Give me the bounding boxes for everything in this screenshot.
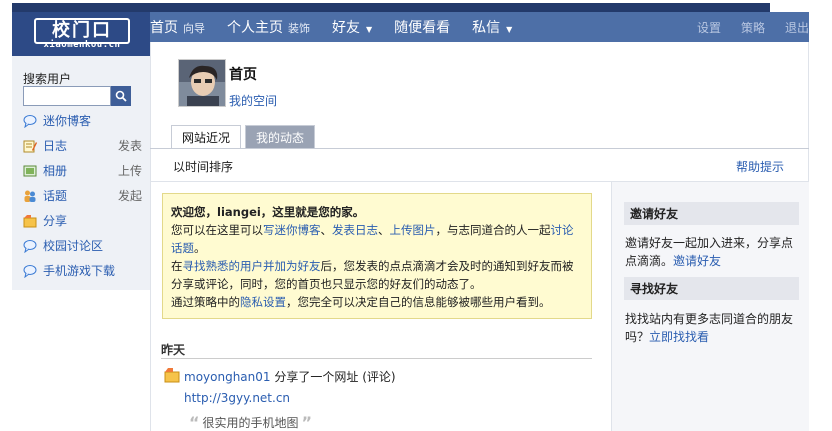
share-icon	[164, 367, 180, 383]
search-button[interactable]	[111, 86, 131, 106]
user-photo	[179, 60, 225, 106]
my-space-link[interactable]: 我的空间	[229, 92, 277, 109]
nav-guide-link[interactable]: 向导	[183, 20, 205, 36]
nav-friends[interactable]: 好友 ▼	[332, 17, 372, 37]
user-search-input[interactable]	[23, 86, 111, 106]
settings-link[interactable]: 设置	[697, 19, 721, 36]
find-friends-heading: 寻找好友	[624, 277, 799, 300]
invite-friends-text: 邀请好友一起加入进来，分享点点滴滴。邀请好友	[625, 234, 803, 270]
invite-friends-link[interactable]: 邀请好友	[673, 254, 721, 268]
sidebar-item-label[interactable]: 话题	[43, 187, 67, 204]
logo-main-text: 校门口	[52, 20, 112, 41]
sidebar-item-label[interactable]: 日志	[43, 137, 67, 154]
share-icon	[22, 213, 38, 229]
sidebar-item-label[interactable]: 手机游戏下载	[43, 262, 115, 279]
nav-browse-label[interactable]: 随便看看	[394, 17, 450, 37]
sidebar-item-share[interactable]: 分享	[22, 208, 146, 233]
close-quote-icon: ”	[301, 413, 313, 431]
find-friends-text: 找找站内有更多志同道合的朋友吗？立即找找看	[625, 310, 803, 346]
sidebar: 搜索用户 迷你博客 日志 发表 相册 上传 话题 发起 分享 校园讨论区 手机游…	[12, 56, 150, 290]
nav-home[interactable]: 首页 向导	[150, 17, 205, 37]
welcome-text: 。	[194, 241, 206, 255]
welcome-paragraph-3: 通过策略中的隐私设置，您完全可以决定自己的信息能够被哪些用户看到。	[171, 293, 583, 311]
topic-start-action[interactable]: 发起	[118, 187, 142, 204]
sidebar-item-topic[interactable]: 话题 发起	[22, 183, 146, 208]
blog-post-action[interactable]: 发表	[118, 137, 142, 154]
nav-right-links: 设置 策略 退出	[677, 12, 809, 42]
tab-divider	[150, 148, 809, 149]
sidebar-item-forum[interactable]: 校园讨论区	[22, 233, 146, 258]
find-now-link[interactable]: 立即找找看	[649, 330, 709, 344]
caret-down-icon[interactable]: ▼	[366, 25, 372, 34]
sidebar-item-label[interactable]: 迷你博客	[43, 112, 91, 129]
welcome-text: 、	[320, 223, 333, 237]
avatar[interactable]	[178, 59, 226, 107]
shared-url-link[interactable]: http://3gyy.net.cn	[184, 391, 290, 405]
forum-icon	[22, 238, 38, 254]
welcome-text: 通过策略中的	[171, 295, 240, 309]
upload-photo-link[interactable]: 上传图片	[390, 223, 436, 237]
tab-site-news[interactable]: 网站近况	[171, 125, 242, 149]
write-mini-blog-link[interactable]: 写迷你博客	[263, 223, 321, 237]
welcome-paragraph-2: 在寻找熟悉的用户并加为好友后，您发表的点点滴滴才会及时的通知到好友而被分享或评论…	[171, 257, 583, 293]
feed-quote-text: 很实用的手机地图	[202, 416, 299, 430]
nav-profile[interactable]: 个人主页 装饰	[227, 17, 310, 37]
nav-messages[interactable]: 私信 ▼	[472, 17, 512, 37]
sidebar-item-mobile-games[interactable]: 手机游戏下载	[22, 258, 146, 283]
welcome-paragraph-1: 您可以在这里可以写迷你博客、发表日志、上传图片，与志同道合的人一起讨论话题。	[171, 221, 583, 257]
feed-divider	[161, 358, 592, 359]
sidebar-item-label[interactable]: 分享	[43, 212, 67, 229]
policy-link[interactable]: 策略	[741, 19, 765, 36]
logo-domain: xiaomenkou.cn	[43, 40, 121, 50]
welcome-heading: 欢迎您，liangei，这里就是您的家。	[171, 205, 365, 219]
sidebar-app-list: 迷你博客 日志 发表 相册 上传 话题 发起 分享 校园讨论区 手机游戏下载	[22, 108, 146, 283]
nav-decorate-link[interactable]: 装饰	[288, 20, 310, 36]
welcome-text: 在	[171, 259, 183, 273]
topic-icon	[22, 188, 38, 204]
feed-action-text: 分享了一个网址	[274, 370, 359, 384]
open-quote-icon: “	[189, 413, 200, 431]
welcome-text: ，您完全可以决定自己的信息能够被哪些用户看到。	[286, 295, 551, 309]
privacy-settings-link[interactable]: 隐私设置	[240, 295, 286, 309]
help-tips-link[interactable]: 帮助提示	[736, 158, 784, 175]
sidebar-item-label[interactable]: 相册	[43, 162, 67, 179]
tab-my-activity[interactable]: 我的动态	[245, 125, 316, 148]
welcome-text: ，与志同道合的人一起	[435, 223, 551, 237]
mobile-game-icon	[22, 263, 38, 279]
invite-friends-heading: 邀请好友	[624, 202, 799, 225]
nav-home-label[interactable]: 首页	[150, 17, 178, 37]
feed-item: moyonghan01 分享了一个网址 (评论)	[184, 368, 396, 385]
nav-profile-label[interactable]: 个人主页	[227, 17, 283, 37]
search-label: 搜索用户	[23, 72, 72, 86]
feed-quote: “ 很实用的手机地图 ”	[186, 413, 315, 431]
sidebar-item-label[interactable]: 校园讨论区	[43, 237, 103, 254]
album-upload-action[interactable]: 上传	[118, 162, 142, 179]
feed-user-link[interactable]: moyonghan01	[184, 370, 271, 384]
feed-comment-link[interactable]: (评论)	[362, 370, 395, 384]
main-nav: 首页 向导 个人主页 装饰 好友 ▼ 随便看看 私信 ▼	[150, 12, 534, 42]
nav-friends-label[interactable]: 好友	[332, 17, 360, 37]
logout-link[interactable]: 退出	[785, 19, 809, 36]
post-blog-link[interactable]: 发表日志	[332, 223, 378, 237]
sidebar-item-album[interactable]: 相册 上传	[22, 158, 146, 183]
page-title: 首页	[229, 67, 257, 83]
sidebar-item-mini-blog[interactable]: 迷你博客	[22, 108, 146, 133]
welcome-notice: 欢迎您，liangei，这里就是您的家。 您可以在这里可以写迷你博客、发表日志、…	[162, 193, 592, 319]
sidebar-item-blog[interactable]: 日志 发表	[22, 133, 146, 158]
feed-day-heading: 昨天	[161, 343, 186, 357]
caret-down-icon[interactable]: ▼	[506, 25, 512, 34]
welcome-text: 您可以在这里可以	[171, 223, 263, 237]
blog-icon	[22, 138, 38, 154]
site-logo[interactable]: 校门口 xiaomenkou.cn	[12, 12, 150, 56]
nav-browse[interactable]: 随便看看	[394, 17, 450, 37]
mini-blog-icon	[22, 113, 38, 129]
search-icon	[115, 90, 127, 102]
welcome-text: 、	[378, 223, 390, 237]
nav-messages-label[interactable]: 私信	[472, 17, 500, 37]
sort-by-time[interactable]: 以时间排序	[173, 158, 233, 175]
find-friends-link[interactable]: 寻找熟悉的用户并加为好友	[183, 259, 321, 273]
album-icon	[22, 163, 38, 179]
tab-bar: 网站近况 我的动态	[171, 125, 319, 149]
